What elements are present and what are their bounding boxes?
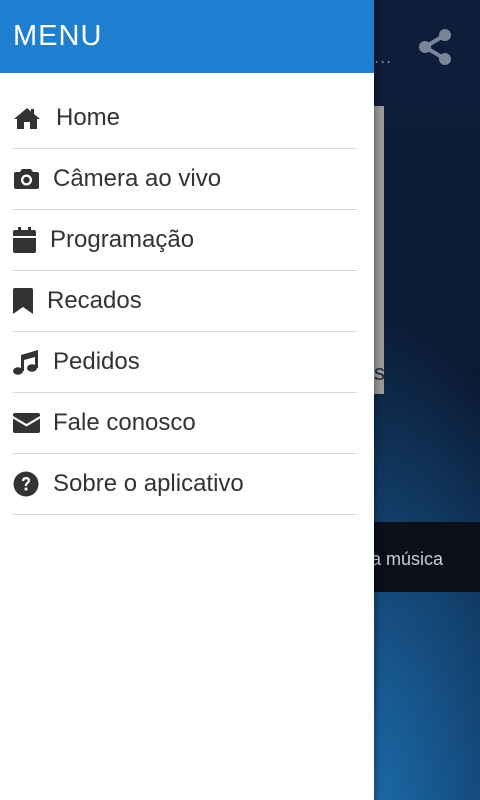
menu-item-home[interactable]: Home [13,88,357,149]
share-button[interactable] [414,26,456,68]
camera-icon [13,165,41,193]
menu-item-label: Sobre o aplicativo [53,470,244,497]
menu-item-contact[interactable]: Fale conosco [13,393,357,454]
navigation-drawer: MENU Home Câmera ao vivo Programação Rec… [0,0,374,800]
menu-item-label: Recados [47,287,142,314]
menu-item-messages[interactable]: Recados [13,271,357,332]
question-circle-icon [13,470,41,498]
menu-item-label: Câmera ao vivo [53,165,222,192]
menu-item-requests[interactable]: Pedidos [13,332,357,393]
music-icon [13,348,41,376]
menu-item-label: Pedidos [53,348,140,375]
bookmark-icon [13,287,41,315]
background-card-text: s [374,360,385,385]
menu-item-label: Programação [50,226,195,253]
player-bar-text: a música [374,549,444,569]
home-icon [13,104,41,132]
drawer-title: MENU [13,20,103,52]
menu-item-about[interactable]: Sobre o aplicativo [13,454,357,515]
menu-item-schedule[interactable]: Programação [13,210,357,271]
share-icon [419,29,451,65]
menu-list: Home Câmera ao vivo Programação Recados … [0,73,374,515]
background-card [374,106,384,394]
menu-item-camera[interactable]: Câmera ao vivo [13,149,357,210]
envelope-icon [13,409,41,437]
overflow-dots[interactable]: ... [374,48,392,67]
menu-item-label: Fale conosco [53,409,196,436]
drawer-header: MENU [0,0,374,73]
calendar-icon [13,226,41,254]
menu-item-label: Home [56,104,121,131]
